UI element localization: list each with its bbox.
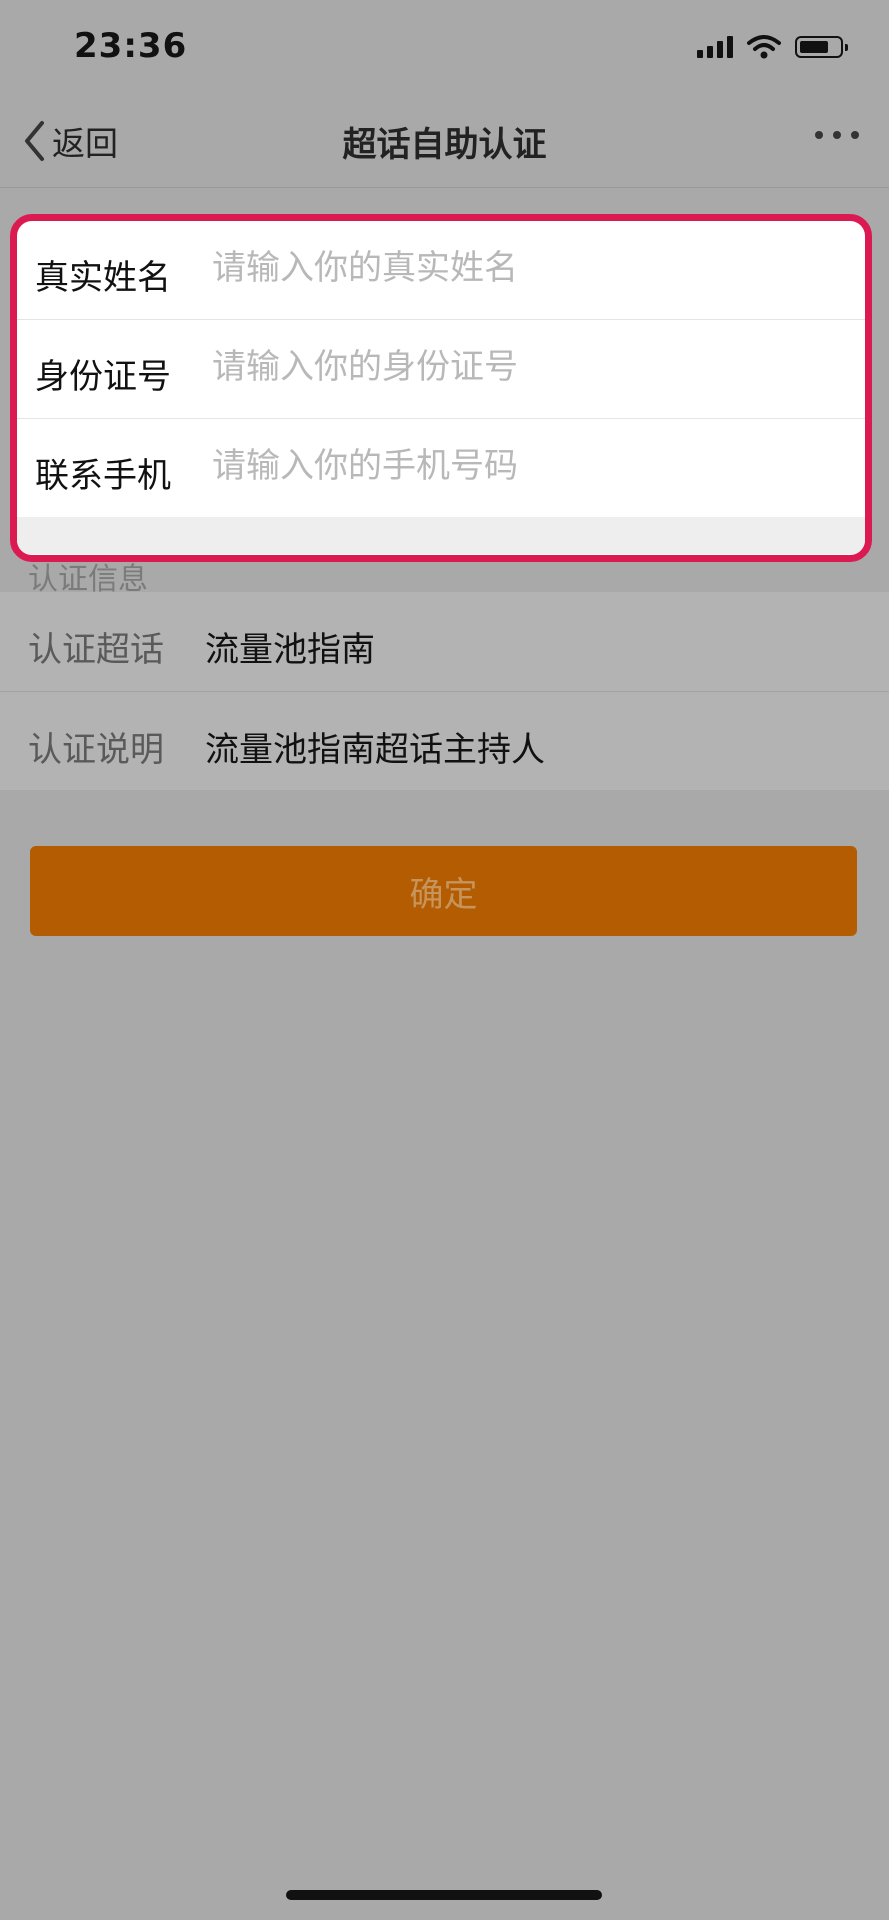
more-options-icon[interactable] — [815, 131, 859, 139]
wifi-icon — [747, 35, 781, 59]
real-name-input[interactable] — [212, 243, 832, 293]
info-row: 认证超话 流量池指南 — [0, 592, 889, 692]
identity-form: 真实姓名 身份证号 联系手机 — [10, 214, 872, 562]
phone-label: 联系手机 — [35, 456, 171, 496]
section-header: 认证信息 — [0, 548, 889, 592]
info-section: 认证超话 流量池指南 认证说明 流量池指南超话主持人 — [0, 592, 889, 790]
status-time: 23:36 — [74, 26, 188, 66]
real-name-label: 真实姓名 — [35, 258, 171, 298]
status-icons — [697, 34, 848, 60]
id-number-label: 身份证号 — [35, 357, 171, 397]
form-row-real-name: 真实姓名 — [17, 221, 865, 320]
section-title: 认证信息 — [28, 562, 148, 592]
form-row-phone: 联系手机 — [17, 419, 865, 517]
status-bar: 23:36 — [0, 0, 889, 95]
nav-bar: 返回 超话自助认证 — [0, 95, 889, 188]
info-label: 认证说明 — [28, 730, 164, 770]
page-title: 超话自助认证 — [342, 125, 547, 165]
info-row: 认证说明 流量池指南超话主持人 — [0, 692, 889, 791]
info-label: 认证超话 — [28, 630, 164, 670]
phone-input[interactable] — [212, 441, 832, 491]
battery-icon — [795, 36, 848, 58]
home-indicator — [286, 1890, 602, 1900]
info-value: 流量池指南超话主持人 — [205, 730, 545, 770]
cellular-signal-icon — [697, 36, 733, 58]
info-value: 流量池指南 — [205, 630, 375, 670]
form-row-id-number: 身份证号 — [17, 320, 865, 419]
confirm-button[interactable]: 确定 — [30, 846, 857, 936]
id-number-input[interactable] — [212, 342, 832, 392]
